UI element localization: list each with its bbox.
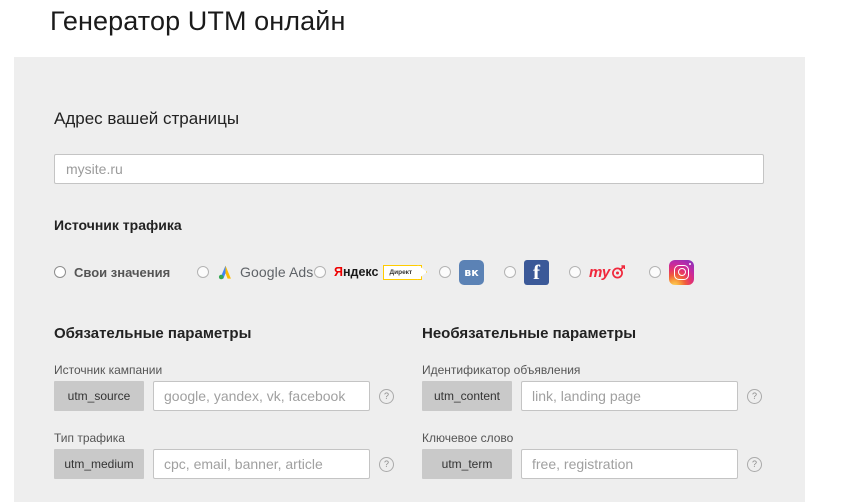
radio-icon-mytarget[interactable]: [569, 266, 581, 278]
param-input-utm-source[interactable]: [153, 381, 370, 411]
facebook-icon: f: [524, 259, 549, 285]
help-icon-utm-medium[interactable]: ?: [379, 456, 394, 472]
param-utm-content: Идентификатор объявления utm_content ?: [422, 363, 772, 411]
help-icon-utm-source[interactable]: ?: [379, 388, 394, 404]
radio-option-custom[interactable]: Свои значения: [54, 254, 170, 290]
required-params-heading: Обязательные параметры: [54, 325, 252, 342]
param-input-utm-term[interactable]: [521, 449, 738, 479]
yandex-direct-icon: Яндекс Директ: [334, 264, 423, 280]
traffic-source-options: Свои значения Google Ads Яндекс Директ ʙ…: [54, 254, 774, 290]
radio-icon-instagram[interactable]: [649, 266, 661, 278]
traffic-source-heading: Источник трафика: [54, 217, 182, 233]
google-ads-label: Google Ads: [240, 264, 314, 280]
google-ads-icon: [217, 265, 234, 280]
param-input-utm-content[interactable]: [521, 381, 738, 411]
page-url-input[interactable]: [54, 154, 764, 184]
radio-option-google-ads[interactable]: Google Ads: [197, 254, 313, 290]
vk-icon: ʙк: [459, 259, 484, 285]
optional-params-heading: Необязательные параметры: [422, 325, 637, 342]
mytarget-glyph: my: [589, 263, 610, 281]
param-label-utm-content: Идентификатор объявления: [422, 363, 581, 377]
param-input-utm-medium[interactable]: [153, 449, 370, 479]
radio-option-instagram[interactable]: [649, 254, 694, 290]
param-tag-utm-content: utm_content: [422, 381, 512, 411]
radio-icon-yandex-direct[interactable]: [314, 266, 326, 278]
radio-option-mytarget[interactable]: my: [569, 254, 625, 290]
radio-icon-facebook[interactable]: [504, 266, 516, 278]
param-label-utm-term: Ключевое слово: [422, 431, 514, 445]
param-utm-term: Ключевое слово utm_term ?: [422, 431, 772, 479]
param-tag-utm-medium: utm_medium: [54, 449, 144, 479]
mytarget-target-icon: [611, 265, 625, 279]
help-icon-utm-term[interactable]: ?: [747, 456, 762, 472]
help-icon-utm-content[interactable]: ?: [747, 388, 762, 404]
radio-option-vk[interactable]: ʙк: [439, 254, 484, 290]
radio-icon-vk[interactable]: [439, 266, 451, 278]
radio-icon-google-ads[interactable]: [197, 266, 209, 278]
yandex-label-text: ндекс: [342, 265, 379, 279]
param-label-utm-medium: Тип трафика: [54, 431, 125, 445]
vk-glyph: ʙк: [464, 265, 479, 279]
param-label-utm-source: Источник кампании: [54, 363, 163, 377]
radio-icon-custom[interactable]: [54, 266, 66, 278]
param-tag-utm-source: utm_source: [54, 381, 144, 411]
param-utm-source: Источник кампании utm_source ?: [54, 363, 404, 411]
yandex-label: Яндекс: [334, 265, 379, 279]
direct-badge: Директ: [383, 264, 423, 280]
url-section-heading: Адрес вашей страницы: [54, 109, 240, 128]
facebook-glyph: f: [533, 259, 540, 284]
mytarget-icon: my: [589, 264, 625, 281]
radio-option-facebook[interactable]: f: [504, 254, 549, 290]
param-tag-utm-term: utm_term: [422, 449, 512, 479]
instagram-lens: [677, 268, 686, 276]
google-ads-logo: Google Ads: [217, 264, 313, 280]
instagram-dot: [688, 263, 691, 265]
param-utm-medium: Тип трафика utm_medium ?: [54, 431, 404, 479]
page-title: Генератор UTM онлайн: [50, 6, 346, 36]
form-panel: Адрес вашей страницы Источник трафика Св…: [14, 57, 805, 502]
instagram-icon: [669, 259, 694, 285]
radio-option-yandex-direct[interactable]: Яндекс Директ: [314, 254, 423, 290]
radio-label-custom: Свои значения: [74, 264, 171, 280]
utm-generator-page: Генератор UTM онлайн Адрес вашей страниц…: [0, 0, 841, 502]
